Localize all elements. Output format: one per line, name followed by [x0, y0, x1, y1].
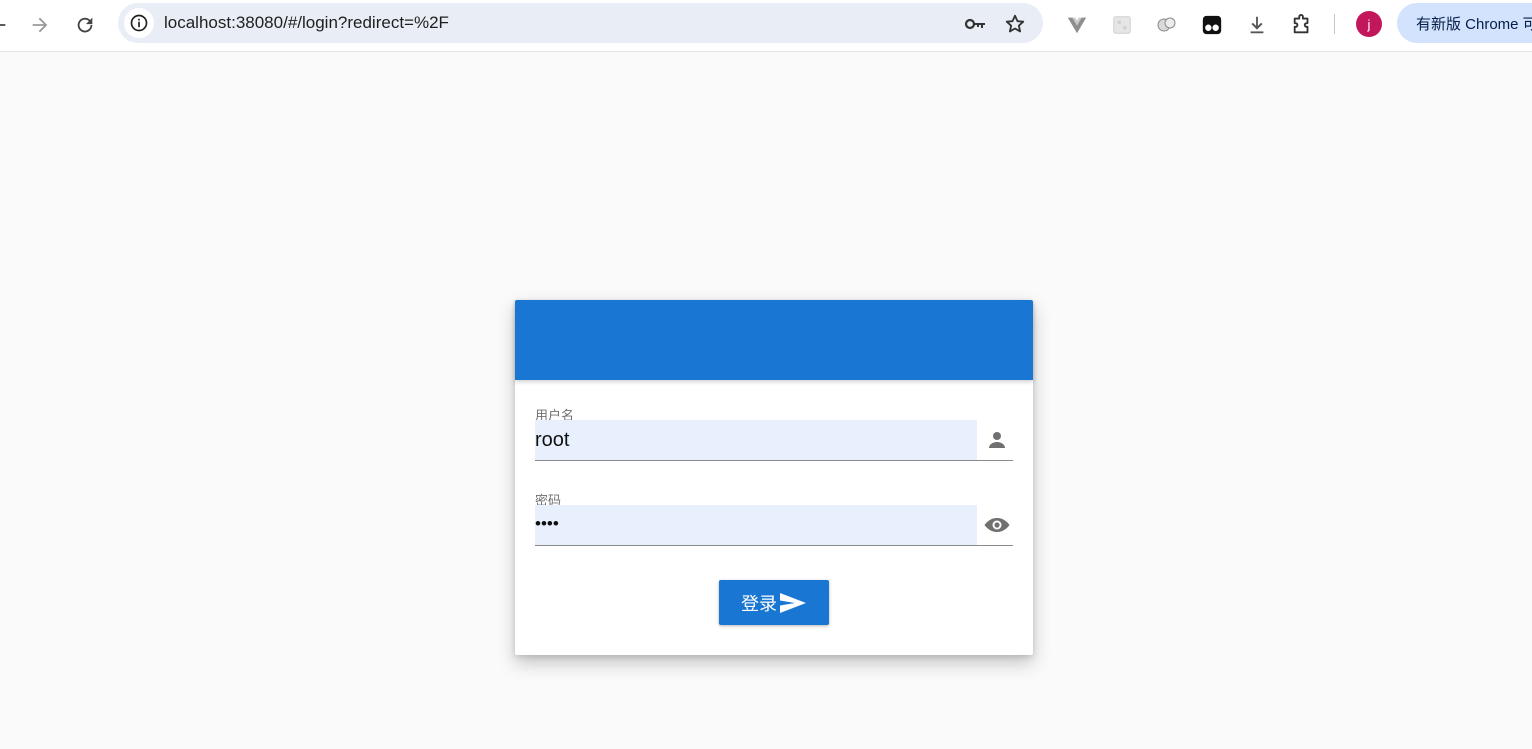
- vue-devtools-extension-icon[interactable]: [1061, 9, 1093, 41]
- forward-arrow-icon[interactable]: [24, 9, 56, 41]
- login-card-header: [515, 300, 1033, 380]
- person-icon: [985, 428, 1009, 452]
- login-card: 用户名 密码 •••• 登录: [515, 300, 1033, 655]
- tampermonkey-extension-icon[interactable]: [1196, 9, 1228, 41]
- username-underline: [535, 460, 1013, 461]
- password-input[interactable]: ••••: [535, 505, 977, 545]
- profile-avatar[interactable]: j: [1356, 11, 1382, 37]
- grid-extension-icon[interactable]: [1106, 9, 1138, 41]
- browser-toolbar: localhost:38080/#/login?redirect=%2F j 有…: [0, 0, 1532, 52]
- download-icon[interactable]: [1241, 9, 1273, 41]
- eye-icon[interactable]: [983, 513, 1011, 537]
- site-info-icon[interactable]: [124, 8, 154, 38]
- login-button-label: 登录: [741, 593, 777, 614]
- login-button[interactable]: 登录: [719, 580, 829, 625]
- back-arrow-icon[interactable]: [0, 9, 14, 41]
- address-bar[interactable]: localhost:38080/#/login?redirect=%2F: [118, 3, 1043, 43]
- key-icon[interactable]: [963, 12, 987, 36]
- reload-icon[interactable]: [69, 9, 101, 41]
- star-icon[interactable]: [1003, 12, 1027, 36]
- username-input[interactable]: [535, 420, 977, 460]
- extensions-puzzle-icon[interactable]: [1286, 9, 1318, 41]
- chrome-update-button[interactable]: 有新版 Chrome 可用: [1397, 3, 1532, 43]
- send-icon: [779, 591, 807, 615]
- url-text[interactable]: localhost:38080/#/login?redirect=%2F: [164, 13, 449, 33]
- toolbar-separator: [1334, 14, 1335, 34]
- circles-extension-icon[interactable]: [1151, 9, 1183, 41]
- password-underline: [535, 545, 1013, 546]
